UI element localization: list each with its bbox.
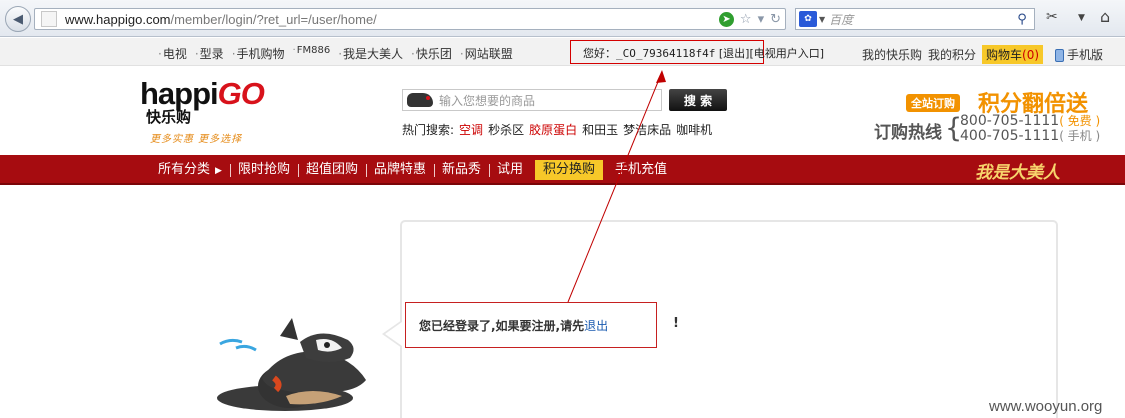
tool-dropdown-icon[interactable]: ▼ <box>1078 13 1085 23</box>
cart-label: 购物车 <box>986 48 1023 62</box>
exclamation-mark: ! <box>673 316 679 331</box>
my-happy-shop-link[interactable]: 我的快乐购 <box>862 46 922 63</box>
url-domain: www.happigo.com <box>65 11 171 27</box>
address-text[interactable]: www.happigo.com/member/login/?ret_url=/u… <box>65 12 377 27</box>
go-icon[interactable]: ➤ <box>718 11 734 27</box>
channel-links: 电视 型录 手机购物 FM886 我是大美人 快乐团 网站联盟 <box>158 45 513 62</box>
logo-go: GO <box>217 76 265 111</box>
nav-all-categories[interactable]: 所有分类 ▶ <box>150 160 230 180</box>
caret-right-icon: ▶ <box>215 166 222 176</box>
link-fm886[interactable]: FM886 <box>293 45 330 62</box>
logo-chinese-name: 快乐购 <box>146 108 192 126</box>
nav-brand-deals[interactable]: 品牌特惠 <box>365 160 434 180</box>
hot-term[interactable]: 咖啡机 <box>676 121 712 138</box>
engine-dropdown-icon[interactable]: ▼ <box>819 15 825 24</box>
watermark: www.wooyun.org <box>989 398 1103 415</box>
url-path: /member/login/?ret_url=/user/home/ <box>170 11 377 27</box>
back-arrow-icon: ◀ <box>13 11 23 27</box>
already-logged-in-message: 您已经登录了,如果要注册,请先退出 <box>419 317 608 334</box>
nav-trial[interactable]: 试用 <box>489 160 531 180</box>
screenshot-tool-icon[interactable]: ✂ <box>1046 9 1058 25</box>
hotline-free-note: ( 免费 ) <box>1059 114 1101 128</box>
site-search-placeholder: 输入您想要的商品 <box>439 93 536 108</box>
home-icon[interactable]: ⌂ <box>1100 7 1110 26</box>
message-text: 您已经登录了,如果要注册,请先 <box>419 319 585 333</box>
logout-link-main[interactable]: 退出 <box>584 319 608 333</box>
browser-search-box[interactable]: ✿ ▼ 百度 ⚲ <box>795 8 1035 30</box>
baidu-paw-icon[interactable]: ✿ <box>799 11 817 27</box>
hotline-mobile-note: ( 手机 ) <box>1059 129 1101 143</box>
hotline-label: 订购热线 <box>874 123 942 143</box>
reload-icon[interactable]: ↻ <box>770 12 781 27</box>
nav-slogan: 我是大美人 <box>975 163 1060 183</box>
nav-points-exchange[interactable]: 积分换购 <box>535 160 604 180</box>
cart-count: (0) <box>1022 48 1040 62</box>
site-search-button[interactable]: 搜 索 <box>669 89 727 111</box>
promo-tag[interactable]: 全站订购 <box>906 94 960 112</box>
history-dropdown-icon[interactable]: ▾ <box>758 12 765 27</box>
logout-link[interactable]: [退出] <box>719 47 750 60</box>
hot-searches-label: 热门搜索: <box>402 123 455 137</box>
search-magnifier-icon[interactable]: ⚲ <box>1014 11 1030 27</box>
main-nav: 所有分类 ▶ 限时抢购 超值团购 品牌特惠 新品秀 试用 积分换购 手机充值 我是… <box>0 155 1125 185</box>
site-search-input[interactable]: 输入您想要的商品 <box>402 89 662 111</box>
back-button[interactable]: ◀ <box>5 6 31 32</box>
cart-button[interactable]: 购物车(0) <box>982 45 1044 64</box>
link-tv[interactable]: 电视 <box>158 45 187 62</box>
hot-term[interactable]: 秒杀区 <box>488 121 524 138</box>
nav-flash-sale[interactable]: 限时抢购 <box>229 160 298 180</box>
mascot-mini-icon <box>407 93 433 107</box>
hotline-mobile-number: 400-705-1111 <box>960 128 1060 144</box>
user-greeting: 您好：_CO_79364118f4f [退出][电视用户入口] <box>583 45 824 61</box>
user-id: _CO_79364118f4f <box>616 47 716 60</box>
link-mobile-shopping[interactable]: 手机购物 <box>232 45 285 62</box>
greeting-label: 您好： <box>583 47 616 60</box>
nav-group-buy[interactable]: 超值团购 <box>297 160 366 180</box>
tv-user-entry-link[interactable]: [电视用户入口] <box>749 47 824 60</box>
hot-term[interactable]: 梦洁床品 <box>623 121 671 138</box>
hot-term[interactable]: 空调 <box>459 121 483 138</box>
mobile-version-link[interactable]: 手机版 <box>1055 46 1103 63</box>
mobile-version-label: 手机版 <box>1067 48 1104 62</box>
nav-new-products[interactable]: 新品秀 <box>433 160 489 180</box>
link-happy-group[interactable]: 快乐团 <box>411 45 452 62</box>
browser-toolbar: ◀ www.happigo.com/member/login/?ret_url=… <box>0 0 1125 37</box>
browser-search-input[interactable]: 百度 <box>829 11 1014 28</box>
logo-tagline: 更多实惠 更多选择 <box>150 134 243 145</box>
link-catalog[interactable]: 型录 <box>195 45 224 62</box>
link-beauty[interactable]: 我是大美人 <box>338 45 403 62</box>
site-logo[interactable]: happiGO 快乐购 更多实惠 更多选择 <box>140 76 275 148</box>
phone-icon <box>1055 49 1065 62</box>
address-bar[interactable]: www.happigo.com/member/login/?ret_url=/u… <box>34 8 786 30</box>
hot-searches: 热门搜索: 空调 秒杀区 胶原蛋白 和田玉 梦洁床品 咖啡机 <box>402 121 712 138</box>
bookmark-star-icon[interactable]: ☆ <box>740 12 752 27</box>
hot-term[interactable]: 胶原蛋白 <box>529 121 577 138</box>
page-favicon-icon <box>41 11 57 27</box>
link-affiliate[interactable]: 网站联盟 <box>460 45 513 62</box>
my-points-link[interactable]: 我的积分 <box>928 46 976 63</box>
top-info-bar: 电视 型录 手机购物 FM886 我是大美人 快乐团 网站联盟 您好：_CO_7… <box>0 38 1125 66</box>
hot-term[interactable]: 和田玉 <box>582 121 618 138</box>
dog-mascot-icon <box>217 318 366 411</box>
account-links: 我的快乐购 我的积分 购物车(0) 手机版 <box>862 45 1103 64</box>
hotline-mobile: 400-705-1111( 手机 ) <box>960 127 1100 144</box>
nav-mobile-recharge[interactable]: 手机充值 <box>607 160 675 180</box>
